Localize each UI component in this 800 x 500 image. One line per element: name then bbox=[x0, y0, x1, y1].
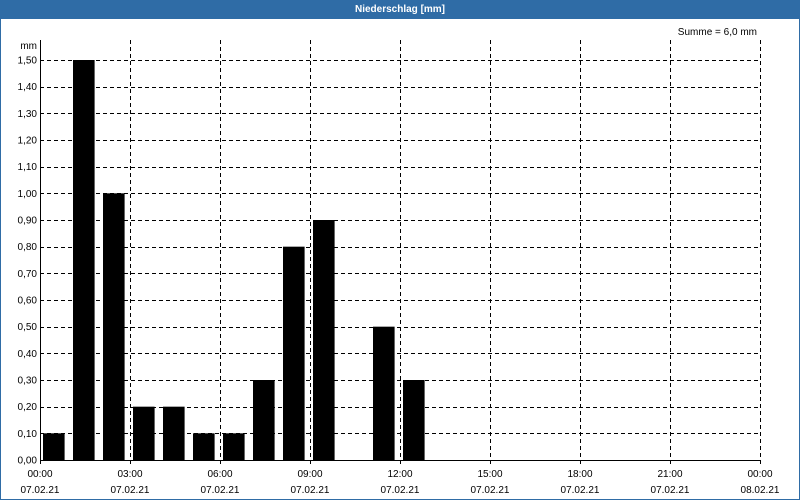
x-tick-time-label: 15:00 bbox=[477, 469, 502, 480]
precipitation-chart: 0,00 0,10 0,20 0,30 0,40 0,50 0,60 0,70 0,80 0,90… bbox=[18, 27, 780, 496]
bar-8 bbox=[283, 246, 305, 460]
bar-5 bbox=[193, 433, 215, 460]
y-tick-label: 0,90 bbox=[18, 216, 38, 227]
y-tick-label: 1,30 bbox=[18, 109, 38, 120]
y-axis-label: mm bbox=[20, 41, 37, 52]
bar-3 bbox=[133, 406, 155, 460]
x-tick-date-label: 07.02.21 bbox=[111, 485, 150, 496]
y-tick-label: 0,50 bbox=[18, 322, 38, 333]
x-tick-time-label: 21:00 bbox=[657, 469, 682, 480]
x-tick-time-label: 09:00 bbox=[297, 469, 322, 480]
x-tick-date-label: 07.02.21 bbox=[21, 485, 60, 496]
y-tick-label: 1,20 bbox=[18, 136, 38, 147]
sum-annotation: Summe = 6,0 mm bbox=[678, 27, 757, 38]
y-tick-label: 1,10 bbox=[18, 162, 38, 173]
x-tick-date-label: 07.02.21 bbox=[291, 485, 330, 496]
x-tick-date-label: 07.02.21 bbox=[201, 485, 240, 496]
y-tick-label: 0,30 bbox=[18, 376, 38, 387]
x-tick-time-label: 00:00 bbox=[747, 469, 772, 480]
x-tick-time-label: 12:00 bbox=[387, 469, 412, 480]
bar-4 bbox=[163, 406, 185, 460]
bar-0 bbox=[43, 433, 65, 460]
bars bbox=[43, 60, 425, 461]
bar-11 bbox=[373, 326, 395, 460]
y-tick-label: 0,00 bbox=[18, 456, 38, 467]
x-tick-date-label: 08.02.21 bbox=[741, 485, 780, 496]
y-tick-label: 1,00 bbox=[18, 189, 38, 200]
y-tick-label: 0,70 bbox=[18, 269, 38, 280]
x-tick-time-label: 06:00 bbox=[207, 469, 232, 480]
y-tick-label: 0,10 bbox=[18, 429, 38, 440]
x-tick-date-label: 07.02.21 bbox=[381, 485, 420, 496]
x-tick-date-label: 07.02.21 bbox=[561, 485, 600, 496]
y-tick-label: 0,40 bbox=[18, 349, 38, 360]
y-tick-label: 0,80 bbox=[18, 242, 38, 253]
y-tick-label: 1,50 bbox=[18, 56, 38, 67]
gridlines bbox=[40, 40, 761, 460]
y-tick-label: 0,20 bbox=[18, 402, 38, 413]
x-tick-time-label: 18:00 bbox=[567, 469, 592, 480]
chart-title: Niederschlag [mm] bbox=[1, 1, 799, 19]
x-tick-date-label: 07.02.21 bbox=[651, 485, 690, 496]
x-tick-date-label: 07.02.21 bbox=[471, 485, 510, 496]
bar-12 bbox=[403, 380, 425, 460]
bar-1 bbox=[73, 60, 95, 460]
bar-7 bbox=[253, 380, 275, 460]
precipitation-chart-window: Niederschlag [mm] 0,00 0,10 0,20 0,30 0,40 0,… bbox=[0, 0, 800, 500]
y-tick-labels: 0,00 0,10 0,20 0,30 0,40 0,50 0,60 0,70 0,80 0,90… bbox=[18, 56, 38, 467]
bar-9 bbox=[313, 220, 335, 460]
bar-6 bbox=[223, 433, 245, 460]
x-tick-time-label: 03:00 bbox=[117, 469, 142, 480]
x-tick-labels: 00:00 07.02.21 03:00 07.02.21 06:00 07.02.21 0… bbox=[21, 469, 780, 496]
bar-2 bbox=[103, 193, 125, 461]
y-tick-label: 0,60 bbox=[18, 296, 38, 307]
y-tick-label: 1,40 bbox=[18, 82, 38, 93]
x-tick-time-label: 00:00 bbox=[27, 469, 52, 480]
